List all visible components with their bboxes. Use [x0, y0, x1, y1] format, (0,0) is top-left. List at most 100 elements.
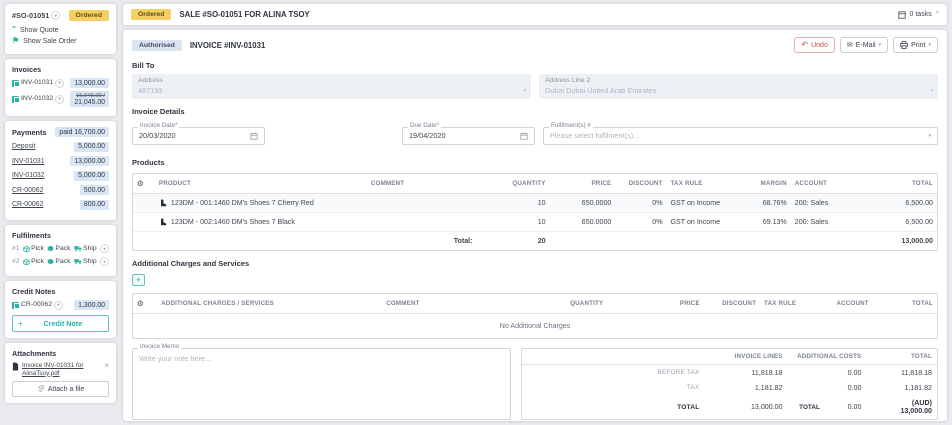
add-credit-note-button[interactable]: + Credit Note — [12, 315, 109, 332]
calendar-icon[interactable] — [520, 132, 528, 140]
gear-icon[interactable]: ⚙ — [137, 179, 144, 188]
pick-step[interactable]: Pick — [23, 258, 44, 265]
payment-link[interactable]: Deposit — [12, 143, 35, 150]
col-account: ACCOUNT — [791, 174, 860, 194]
payment-link[interactable]: INV-01032 — [12, 172, 45, 179]
show-quote-link[interactable]: ” Show Quote — [12, 26, 109, 34]
chevron-down-icon[interactable]: ▾ — [54, 301, 63, 310]
chevron-down-icon[interactable]: ▾ — [55, 79, 64, 88]
chevron-down-icon[interactable]: ▾ — [55, 95, 64, 104]
pick-icon — [23, 258, 30, 265]
show-quote-label: Show Quote — [20, 27, 59, 34]
payment-row: INV-01032 5,000.00 — [12, 171, 109, 181]
tasks-toggle[interactable]: 0 tasks ^ — [898, 11, 939, 19]
additional-charges-title: Additional Charges and Services — [132, 259, 938, 268]
calendar-icon[interactable] — [250, 132, 258, 140]
col-invoice-lines: INVOICE LINES — [704, 349, 787, 365]
product-name: 123DM - 001:1460 DM's Shoes 7 Cherry Red — [171, 199, 314, 207]
payment-link[interactable]: CR-00062 — [12, 187, 43, 194]
grand-total-mid-label: TOTAL — [788, 395, 825, 419]
payment-amount-chip: 13,000.00 — [70, 156, 109, 166]
invoice-amount-chip: 16,045.00 / 21,045.00 — [70, 91, 109, 107]
pick-step[interactable]: Pick — [23, 245, 44, 252]
sale-header-bar: Ordered SALE #SO-01051 FOR ALINA TSOY 0 … — [123, 4, 947, 25]
sale-order-number[interactable]: #SO-01051 ▾ — [12, 11, 60, 20]
product-price: 650.0000 — [550, 212, 616, 231]
product-quantity: 10 — [477, 212, 550, 231]
col-margin: MARGIN — [747, 174, 791, 194]
payment-row: INV-01031 13,000.00 — [12, 156, 109, 166]
col-discount: DISCOUNT — [615, 174, 666, 194]
file-icon — [12, 362, 19, 371]
chevron-down-icon: ▾ — [928, 42, 931, 48]
close-icon[interactable]: × — [104, 362, 109, 370]
before-tax-invoice-lines: 11,818.18 — [704, 365, 787, 381]
address-label: Address — [138, 77, 525, 84]
product-row[interactable]: 123DM - 002:1460 DM's Shoes 7 Black 10 6… — [133, 212, 937, 231]
product-comment — [367, 193, 477, 212]
gear-icon[interactable]: ⚙ — [137, 299, 144, 308]
credit-note-number: CR-00062 — [21, 301, 52, 308]
payment-amount-chip: 5,000.00 — [74, 171, 109, 181]
payment-link[interactable]: CR-00062 — [12, 201, 43, 208]
invoice-amount-chip: 13,000.00 — [70, 78, 109, 88]
fulfilment-select[interactable]: Fulfilment(s) # Please select fulfilment… — [543, 127, 938, 145]
chevron-down-icon[interactable]: ▾ — [100, 244, 109, 253]
fulfilment-row: #1 Pick Pack Ship ▾ — [12, 244, 109, 253]
invoice-list-item[interactable]: INV-01032 ▾ 16,045.00 / 21,045.00 — [12, 91, 109, 107]
sale-status-badge: Ordered — [131, 9, 171, 20]
products-total-label: Total: — [367, 231, 477, 250]
chevron-up-icon[interactable]: ^ — [936, 11, 939, 18]
col-totals-total: TOTAL — [866, 349, 937, 365]
chevron-down-icon[interactable]: ▾ — [51, 11, 60, 20]
fulfilment-select-label: Fulfilment(s) # — [549, 123, 593, 129]
pack-icon — [47, 245, 54, 252]
product-account: 200: Sales — [791, 193, 860, 212]
pick-icon — [23, 245, 30, 252]
credit-note-item[interactable]: CR-00062 ▾ 1,300.00 — [12, 300, 109, 310]
sale-order-card: #SO-01051 ▾ Ordered ” Show Quote ⚑ Show … — [5, 4, 116, 54]
grand-total-additional: 0.00 — [825, 395, 867, 419]
add-additional-charge-button[interactable]: + — [132, 274, 145, 286]
col-comment: COMMENT — [382, 294, 511, 314]
invoice-status-badge: Authorised — [132, 40, 182, 51]
chevron-down-icon: ▾ — [879, 42, 882, 48]
email-button[interactable]: ✉ E-Mail ▾ — [840, 37, 888, 53]
col-account: ACCOUNT — [832, 294, 872, 314]
product-total: 6,500.00 — [860, 193, 937, 212]
product-margin: 69.13% — [747, 212, 791, 231]
sidebar: #SO-01051 ▾ Ordered ” Show Quote ⚑ Show … — [5, 4, 116, 421]
payment-link[interactable]: INV-01031 — [12, 158, 45, 165]
address-field[interactable]: Address 487193 ▾ — [132, 74, 531, 99]
undo-button[interactable]: ↶ Undo — [794, 37, 834, 53]
invoice-memo-input[interactable] — [133, 349, 510, 420]
pack-step[interactable]: Pack — [47, 258, 71, 265]
ship-step[interactable]: Ship — [74, 258, 97, 265]
ship-step[interactable]: Ship — [74, 245, 97, 252]
address-line2-field[interactable]: Address Line 2 Dubai Dubai United Arab E… — [539, 74, 938, 99]
fulfilment-select-placeholder: Please select fulfilment(s)... — [550, 131, 928, 140]
product-total: 6,500.00 — [860, 212, 937, 231]
invoice-toolbar: Authorised INVOICE #INV-01031 ↶ Undo ✉ E… — [132, 37, 938, 53]
invoice-icon — [12, 96, 19, 103]
chevron-down-icon[interactable]: ▾ — [100, 257, 109, 266]
col-product: PRODUCT — [155, 174, 367, 194]
tax-additional: 0.00 — [825, 380, 867, 395]
invoice-list-item[interactable]: INV-01031 ▾ 13,000.00 — [12, 78, 109, 88]
fulfilment-row: #2 Pick Pack Ship ▾ — [12, 257, 109, 266]
attachment-file-link[interactable]: Invoice INV-01031 for AlinaTsoy.pdf — [22, 362, 101, 377]
invoice-date-field[interactable]: Invoice Date* 20/03/2020 — [132, 127, 265, 145]
tasks-count-label: 0 tasks — [910, 11, 932, 18]
attach-file-button[interactable]: Attach a file — [12, 381, 109, 397]
pick-label: Pick — [31, 258, 44, 265]
show-sale-order-link[interactable]: ⚑ Show Sale Order — [12, 37, 109, 45]
product-row[interactable]: 123DM - 001:1460 DM's Shoes 7 Cherry Red… — [133, 193, 937, 212]
pack-step[interactable]: Pack — [47, 245, 71, 252]
ship-label: Ship — [83, 258, 97, 265]
print-button[interactable]: Print ▾ — [893, 37, 938, 53]
due-date-field[interactable]: Due Date* 19/04/2020 — [402, 127, 535, 145]
invoice-memo-label: Invoice Memo — [138, 344, 181, 350]
additional-charges-table: ⚙ ADDITIONAL CHARGES / SERVICES COMMENT … — [132, 293, 938, 339]
bill-to-title: Bill To — [132, 61, 938, 70]
product-comment — [367, 212, 477, 231]
